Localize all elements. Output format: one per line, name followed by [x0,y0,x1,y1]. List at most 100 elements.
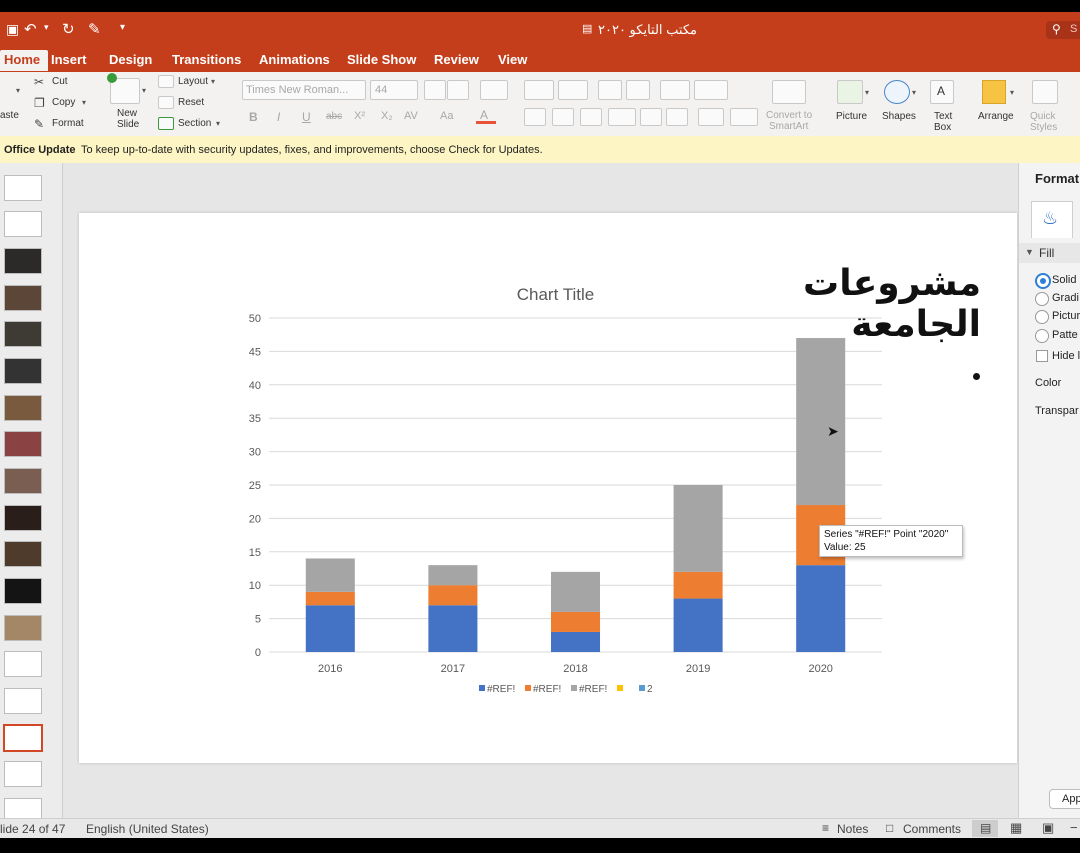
arrange-dropdown-icon[interactable]: ▾ [1010,88,1014,97]
stacked-bar-chart[interactable]: Chart Title 0 5 10 15 20 25 30 35 40 45 50 2016 2017 2… [229,273,909,713]
slide-thumbnail[interactable] [4,798,42,818]
slide-thumbnail[interactable] [4,468,42,494]
update-message[interactable]: To keep up-to-date with security updates… [81,144,543,156]
redo-icon[interactable]: ↻ [62,20,75,38]
section-button[interactable]: Section [178,118,211,129]
slide-thumbnail[interactable] [4,615,42,641]
bar-segment-series-1[interactable] [796,565,846,652]
superscript-icon[interactable]: X² [354,110,365,122]
ltr-icon[interactable] [640,108,662,126]
quick-styles-icon[interactable] [1032,80,1058,104]
notes-button[interactable]: Notes [837,822,868,836]
save-icon[interactable]: ▣ [6,21,19,38]
quick-styles-label-2[interactable]: Styles [1030,122,1057,133]
arrange-button[interactable]: Arrange [978,111,1014,122]
bar-segment-series-1[interactable] [428,605,478,652]
character-spacing-icon[interactable]: AV [404,110,418,122]
zoom-out-icon[interactable]: − [1070,820,1078,835]
bar-segment-series-2[interactable] [673,571,723,599]
bar-segment-series-1[interactable] [550,631,601,652]
increase-indent-icon[interactable] [626,80,650,100]
fill-tab[interactable]: ♨ [1031,201,1073,238]
slide-thumbnail[interactable] [4,211,42,237]
smartart-icon[interactable] [772,80,806,104]
picture-dropdown-icon[interactable]: ▾ [865,88,869,97]
new-slide-label-1[interactable]: New [117,108,137,119]
layout-dropdown-icon[interactable]: ▾ [211,77,215,86]
slide-thumbnail[interactable] [4,175,42,201]
underline-icon[interactable]: U [302,110,311,124]
align-right-icon[interactable] [580,108,602,126]
font-name-select[interactable]: Times New Roman... [242,80,366,100]
bar-segment-series-2[interactable] [305,591,355,606]
undo-icon[interactable]: ↶ [24,20,37,38]
layout-button[interactable]: Layout [178,76,208,87]
shapes-icon[interactable] [884,80,910,104]
radio-solid[interactable] [1035,273,1051,289]
normal-view-button[interactable]: ▤ [972,820,998,837]
bar-segment-series-2[interactable] [428,585,478,606]
section-dropdown-icon[interactable]: ▾ [216,119,220,128]
customize-icon[interactable]: ✎ [88,20,101,38]
slide-thumbnail[interactable] [4,541,42,567]
tab-view[interactable]: View [498,52,527,67]
decrease-indent-icon[interactable] [598,80,622,100]
convert-smartart-label-1[interactable]: Convert to [766,110,812,121]
fill-option-pattern[interactable]: Patte [1052,329,1078,341]
slide-thumbnail-selected[interactable] [3,724,43,752]
apply-button[interactable]: App [1049,789,1080,809]
legend-swatch[interactable] [525,685,531,691]
tab-transitions[interactable]: Transitions [172,52,241,67]
bar-segment-series-2[interactable] [550,611,601,632]
tab-insert[interactable]: Insert [51,52,86,67]
rtl-icon[interactable] [666,108,688,126]
slide-thumbnail[interactable] [4,248,42,274]
paste-dropdown-icon[interactable]: ▾ [16,86,20,95]
legend-label[interactable]: #REF! [579,684,607,695]
language-indicator[interactable]: English (United States) [86,822,209,836]
fill-option-solid[interactable]: Solid [1052,274,1076,286]
font-color-icon[interactable]: A [476,108,496,124]
slide-thumbnail[interactable] [4,321,42,347]
reset-button[interactable]: Reset [178,97,204,108]
quick-styles-label-1[interactable]: Quick [1030,111,1056,122]
bullets-icon[interactable] [524,80,554,100]
strikethrough-icon[interactable]: abc [326,111,342,122]
radio-pattern[interactable] [1035,329,1049,343]
text-box-label-1[interactable]: Text [934,111,952,122]
copy-dropdown-icon[interactable]: ▾ [82,98,86,107]
bar-segment-series-3[interactable] [305,558,355,592]
convert-smartart-label-2[interactable]: SmartArt [769,121,808,132]
legend-label[interactable]: #REF! [533,684,561,695]
search-box[interactable]: ⚲ S [1046,21,1080,39]
align-center-icon[interactable] [552,108,574,126]
chart-title[interactable]: Chart Title [517,285,594,304]
arrange-icon[interactable] [982,80,1006,104]
slide-thumbnail-pane[interactable] [0,163,63,818]
slide[interactable]: مشروعات الجامعة Chart Title 0 5 10 15 20 25 30 3… [79,213,1017,763]
slide-thumbnail[interactable] [4,395,42,421]
bar-segment-series-3[interactable] [673,485,723,572]
legend-label[interactable]: #REF! [487,684,515,695]
fill-option-gradient[interactable]: Gradi [1052,292,1079,304]
shapes-dropdown-icon[interactable]: ▾ [912,88,916,97]
tab-design[interactable]: Design [109,52,152,67]
tab-animations[interactable]: Animations [259,52,330,67]
justify-icon[interactable] [608,108,636,126]
new-slide-label-2[interactable]: Slide [117,119,139,130]
slide-thumbnail[interactable] [4,578,42,604]
quick-access-dropdown-icon[interactable]: ▾ [120,22,125,33]
new-slide-dropdown-icon[interactable]: ▾ [142,86,146,95]
legend-swatch[interactable] [639,685,645,691]
align-text-icon[interactable] [730,108,758,126]
legend-label[interactable]: 2 [647,684,653,695]
slide-thumbnail[interactable] [4,761,42,787]
radio-picture[interactable] [1035,310,1049,324]
text-box-label-2[interactable]: Box [934,122,951,133]
undo-dropdown-icon[interactable]: ▾ [44,22,49,33]
text-direction-icon[interactable] [698,108,724,126]
fill-section-header[interactable]: ▼ Fill [1019,243,1080,263]
bold-icon[interactable]: B [249,110,258,124]
font-size-select[interactable]: 44 [370,80,418,100]
legend-swatch[interactable] [479,685,485,691]
